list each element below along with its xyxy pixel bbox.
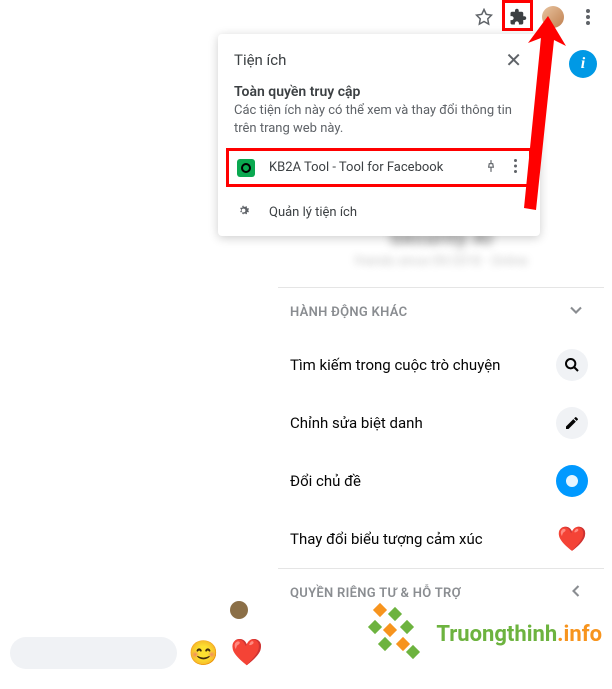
action-label: Chỉnh sửa biệt danh [290,414,423,432]
search-in-conversation[interactable]: Tìm kiếm trong cuộc trò chuyện [278,336,604,394]
watermark: Truongthinh.info [360,597,602,671]
profile-avatar-icon[interactable] [542,6,564,28]
edit-icon [556,407,588,439]
emoji-picker-icon[interactable]: 😊 [189,639,219,667]
browser-menu-icon[interactable] [578,7,598,27]
change-emoji[interactable]: Thay đổi biểu tượng cảm xúc ❤️ [278,510,604,568]
chat-contact-sub: friends since 09/2018 · Online [318,254,564,269]
extension-app-icon [237,159,255,177]
popup-title: Tiện ích [234,51,286,69]
bookmark-star-icon[interactable] [474,7,494,27]
pin-icon[interactable] [472,158,510,177]
contact-avatar [230,601,248,619]
chevron-down-icon [566,300,586,324]
section-title: HÀNH ĐỘNG KHÁC [290,305,407,320]
search-icon [556,349,588,381]
heart-icon: ❤️ [556,523,588,555]
more-icon[interactable] [510,158,521,177]
popup-subtitle: Toàn quyền truy cập [218,80,540,102]
theme-color-icon [556,465,588,497]
close-icon[interactable]: ✕ [503,48,524,72]
browser-toolbar [460,0,612,34]
edit-nickname[interactable]: Chỉnh sửa biệt danh [278,394,604,452]
action-label: Thay đổi biểu tượng cảm xúc [290,530,483,548]
watermark-logo-icon [360,597,430,671]
extensions-popup: Tiện ích ✕ Toàn quyền truy cập Các tiện … [218,34,540,236]
message-input[interactable] [10,637,177,669]
change-theme[interactable]: Đổi chủ đề [278,452,604,510]
extension-item[interactable]: KB2A Tool - Tool for Facebook [226,148,532,187]
send-heart-icon[interactable]: ❤️ [231,638,263,668]
gear-icon [236,203,251,222]
manage-extensions-link[interactable]: Quản lý tiện ích [218,195,540,230]
info-badge-icon[interactable]: i [569,50,597,78]
watermark-text: Truongthinh.info [436,622,602,647]
section-other-actions[interactable]: HÀNH ĐỘNG KHÁC [278,287,604,336]
action-label: Tìm kiếm trong cuộc trò chuyện [290,356,500,374]
extension-name: KB2A Tool - Tool for Facebook [269,160,472,175]
manage-extensions-label: Quản lý tiện ích [269,205,357,220]
action-label: Đổi chủ đề [290,472,361,490]
extensions-icon[interactable] [508,7,528,27]
popup-description: Các tiện ích này có thể xem và thay đổi … [218,102,540,148]
